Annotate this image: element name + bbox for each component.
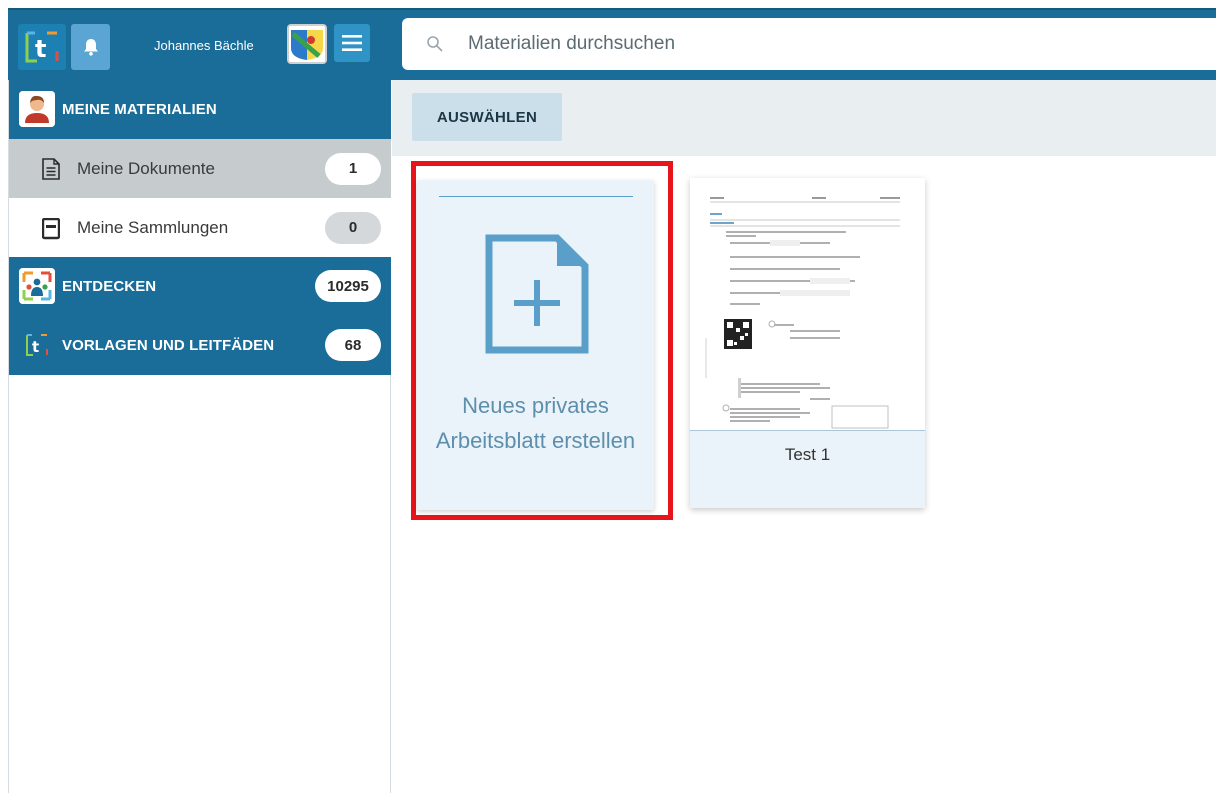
user-name[interactable]: Johannes Bächle (154, 38, 254, 53)
svg-text:t: t (32, 338, 39, 356)
svg-text:t: t (35, 35, 46, 63)
document-title: Test 1 (784, 445, 831, 464)
new-document-plus-icon (485, 234, 589, 354)
sidebar-item-label: Meine Sammlungen (77, 217, 229, 237)
toolbar: AUSWÄHLEN (392, 80, 1216, 156)
search-input[interactable] (468, 31, 1168, 57)
sidebar-item-meine-sammlungen[interactable]: Meine Sammlungen 0 (9, 198, 391, 257)
section-label: ENTDECKEN (62, 278, 157, 295)
document-thumbnail (690, 178, 925, 430)
sidebar: MEINE MATERIALIEN Meine Dokumente 1 Mein… (8, 80, 391, 793)
section-label: VORLAGEN UND LEITFÄDEN (62, 337, 275, 354)
section-label: MEINE MATERIALIEN (62, 101, 217, 118)
entdecken-count-badge: 10295 (315, 270, 381, 302)
collection-icon (42, 218, 60, 240)
card-divider (439, 196, 633, 197)
document-card[interactable]: Test 1 (690, 178, 925, 508)
document-icon (42, 157, 60, 180)
select-button[interactable]: AUSWÄHLEN (412, 93, 562, 141)
create-worksheet-card[interactable]: Neues privates Arbeitsblatt erstellen (417, 180, 654, 510)
search-icon (427, 36, 443, 52)
top-bar-left: t Johannes Bächle (8, 8, 392, 80)
notifications-bell-icon[interactable] (71, 24, 110, 70)
document-count-badge: 1 (325, 152, 381, 185)
main-content: Neues privates Arbeitsblatt erstellen Te… (392, 156, 1216, 793)
school-logo-avatar[interactable] (287, 24, 327, 64)
app-logo-icon[interactable]: t (18, 24, 66, 70)
search-box[interactable] (402, 18, 1216, 70)
document-card-footer: Test 1 (690, 430, 925, 508)
hamburger-menu-icon[interactable] (334, 24, 370, 62)
collection-count-badge: 0 (325, 211, 381, 244)
sidebar-item-label: Meine Dokumente (77, 158, 215, 178)
sidebar-item-meine-dokumente[interactable]: Meine Dokumente 1 (9, 139, 391, 198)
person-avatar-icon (19, 91, 55, 127)
sidebar-section-entdecken[interactable]: ENTDECKEN 10295 (9, 257, 391, 316)
vorlagen-count-badge: 68 (325, 329, 381, 361)
community-icon (19, 268, 55, 304)
templates-logo-icon: t (19, 327, 55, 363)
sidebar-section-meine-materialien[interactable]: MEINE MATERIALIEN (9, 80, 391, 139)
top-bar-right (392, 8, 1216, 80)
create-worksheet-caption: Neues privates Arbeitsblatt erstellen (435, 393, 636, 453)
sidebar-section-vorlagen-und-leitfaeden[interactable]: t VORLAGEN UND LEITFÄDEN 68 (9, 316, 391, 375)
